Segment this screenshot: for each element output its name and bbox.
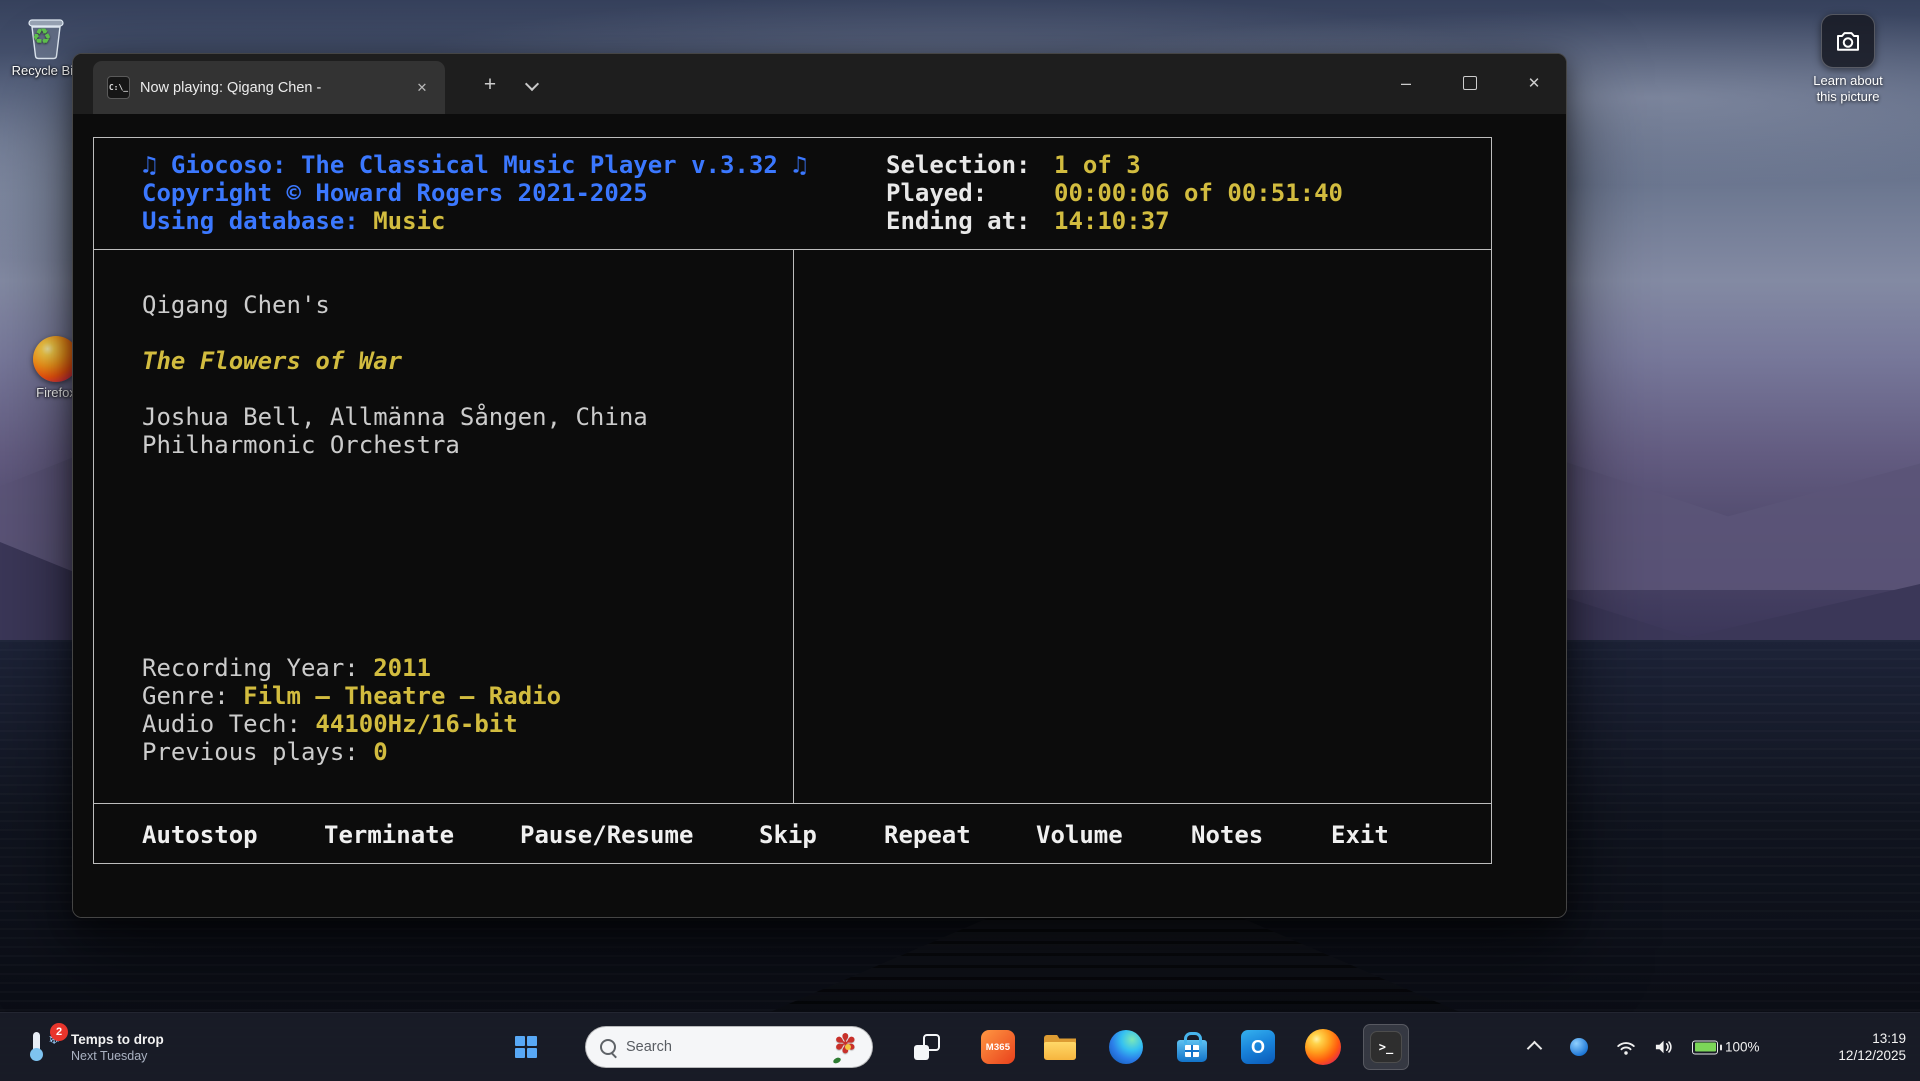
- edge-icon: [1109, 1030, 1143, 1064]
- start-button[interactable]: [506, 1027, 546, 1067]
- tui-menu-divider: [94, 803, 1491, 804]
- status-label: Ending at:: [886, 207, 1054, 235]
- detail-label: Genre:: [142, 682, 243, 710]
- status-value: 14:10:37: [1054, 207, 1170, 235]
- wifi-button[interactable]: [1614, 1038, 1638, 1056]
- performers: Joshua Bell, Allmänna Sången, China Phil…: [142, 403, 757, 459]
- tray-app-button[interactable]: [1568, 1038, 1590, 1056]
- maximize-button[interactable]: [1438, 54, 1502, 112]
- menu-skip[interactable]: Skip: [759, 821, 817, 849]
- firefox-icon: [1305, 1029, 1341, 1065]
- menu-repeat[interactable]: Repeat: [884, 821, 971, 849]
- detail-value: 2011: [373, 654, 431, 682]
- taskbar: ❄ 2 Temps to drop Next Tuesday Search ✽ …: [0, 1012, 1920, 1081]
- chevron-down-icon: [525, 76, 539, 90]
- app-title: ♫ Giocoso: The Classical Music Player v.…: [142, 151, 807, 179]
- status-label: Played:: [886, 179, 1054, 207]
- terminal-window: C:\_ Now playing: Qigang Chen - ✕ + – ✕ …: [72, 53, 1567, 918]
- outlook-icon: O: [1241, 1030, 1275, 1064]
- menu-notes[interactable]: Notes: [1191, 821, 1263, 849]
- windows-logo-icon: [515, 1036, 537, 1058]
- task-view-button[interactable]: [907, 1027, 947, 1067]
- widget-headline: Temps to drop: [71, 1031, 164, 1048]
- weather-widget[interactable]: ❄ 2 Temps to drop Next Tuesday: [14, 1013, 174, 1081]
- chevron-up-icon: [1526, 1041, 1542, 1057]
- maximize-icon: [1463, 76, 1477, 90]
- task-view-icon: [914, 1034, 940, 1060]
- poinsettia-icon: ✽: [832, 1029, 864, 1065]
- speaker-icon: [1653, 1038, 1675, 1056]
- menu-pause-resume[interactable]: Pause/Resume: [520, 821, 693, 849]
- menu-exit[interactable]: Exit: [1331, 821, 1389, 849]
- learn-about-picture-label: Learn about this picture: [1804, 73, 1892, 105]
- command-prompt-icon: C:\_: [107, 76, 130, 99]
- wifi-icon: [1615, 1038, 1637, 1056]
- search-box[interactable]: Search ✽: [585, 1026, 873, 1068]
- tui-panel-divider: [793, 250, 794, 803]
- composer-name: Qigang Chen's: [142, 291, 330, 319]
- tab-dropdown-button[interactable]: [515, 66, 549, 104]
- terminal-button-active[interactable]: >_: [1363, 1024, 1409, 1070]
- clock[interactable]: 13:19 12/12/2025: [1838, 1030, 1906, 1064]
- thermometer-icon: [33, 1032, 40, 1052]
- battery-icon: [1692, 1040, 1718, 1054]
- microsoft-store-button[interactable]: [1172, 1027, 1212, 1067]
- clock-date: 12/12/2025: [1838, 1047, 1906, 1064]
- detail-label: Previous plays:: [142, 738, 373, 766]
- microsoft-store-icon: [1177, 1040, 1207, 1062]
- tray-chevron-button[interactable]: [1524, 1040, 1544, 1054]
- terminal-content[interactable]: ♫ Giocoso: The Classical Music Player v.…: [73, 114, 1566, 917]
- app-banner: ♫ Giocoso: The Classical Music Player v.…: [142, 151, 807, 235]
- terminal-tab[interactable]: C:\_ Now playing: Qigang Chen - ✕: [93, 61, 445, 114]
- file-explorer-button[interactable]: [1040, 1027, 1080, 1067]
- widget-subline: Next Tuesday: [71, 1048, 164, 1064]
- db-value: Music: [373, 207, 445, 235]
- search-icon: [600, 1039, 616, 1055]
- menu-terminate[interactable]: Terminate: [324, 821, 454, 849]
- detail-value: 0: [373, 738, 387, 766]
- battery-percent: 100%: [1725, 1040, 1760, 1055]
- desktop-icon-label: Firefox: [36, 385, 76, 400]
- detail-label: Recording Year:: [142, 654, 373, 682]
- battery-status[interactable]: 100%: [1692, 1040, 1760, 1055]
- clock-time: 13:19: [1838, 1030, 1906, 1047]
- m365-icon: M365: [981, 1030, 1015, 1064]
- status-label: Selection:: [886, 151, 1054, 179]
- edge-button[interactable]: [1106, 1027, 1146, 1067]
- app-copyright: Copyright © Howard Rogers 2021-2025: [142, 179, 807, 207]
- tray-app-icon: [1570, 1038, 1588, 1056]
- tab-close-icon[interactable]: ✕: [409, 75, 435, 101]
- new-tab-button[interactable]: +: [471, 66, 509, 104]
- menu-autostop[interactable]: Autostop: [142, 821, 258, 849]
- window-titlebar[interactable]: C:\_ Now playing: Qigang Chen - ✕ + – ✕: [73, 54, 1566, 114]
- recording-details: Recording Year: 2011 Genre: Film – Theat…: [142, 654, 561, 766]
- terminal-icon: >_: [1370, 1031, 1402, 1063]
- desktop-icon-label: Recycle Bin: [12, 63, 81, 78]
- firefox-button[interactable]: [1303, 1027, 1343, 1067]
- detail-label: Audio Tech:: [142, 710, 315, 738]
- detail-value: Film – Theatre – Radio: [243, 682, 561, 710]
- work-title: The Flowers of War: [142, 347, 402, 375]
- volume-button[interactable]: [1652, 1038, 1676, 1056]
- weather-icon: ❄ 2: [24, 1029, 60, 1065]
- notification-badge: 2: [50, 1023, 68, 1041]
- tab-title: Now playing: Qigang Chen -: [140, 80, 399, 96]
- learn-about-picture[interactable]: Learn about this picture: [1800, 14, 1896, 105]
- camera-icon: [1821, 14, 1875, 68]
- recycle-arrows-icon: ♻: [32, 24, 52, 50]
- recycle-bin-icon: ♻: [23, 12, 69, 60]
- playback-status: Selection:1 of 3 Played:00:00:06 of 00:5…: [886, 151, 1343, 235]
- outlook-button[interactable]: O: [1238, 1027, 1278, 1067]
- m365-app-button[interactable]: M365: [978, 1027, 1018, 1067]
- status-value: 00:00:06 of 00:51:40: [1054, 179, 1343, 207]
- minimize-button[interactable]: –: [1374, 54, 1438, 112]
- status-value: 1 of 3: [1054, 151, 1141, 179]
- close-button[interactable]: ✕: [1502, 54, 1566, 112]
- detail-value: 44100Hz/16-bit: [315, 710, 517, 738]
- db-label: Using database:: [142, 207, 373, 235]
- menu-volume[interactable]: Volume: [1036, 821, 1123, 849]
- file-explorer-icon: [1044, 1035, 1076, 1060]
- search-placeholder: Search: [626, 1039, 672, 1055]
